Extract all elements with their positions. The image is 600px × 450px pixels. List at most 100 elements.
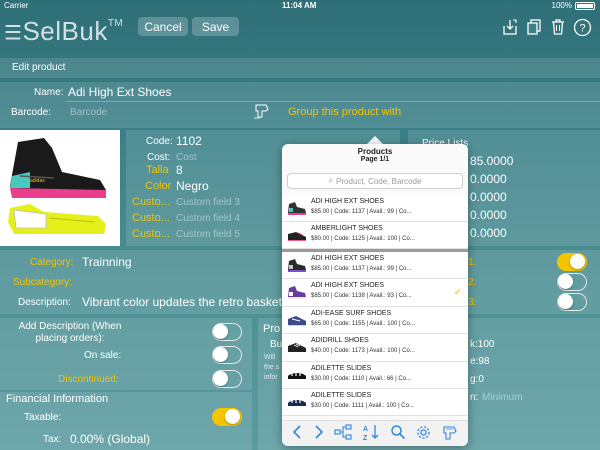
product-name: ADI HIGH EXT SHOES [311,255,384,262]
price-list-1[interactable]: 85.0000 [470,154,513,168]
cancel-button[interactable]: Cancel [138,17,188,36]
svg-text:adidas: adidas [30,178,45,184]
battery-icon [575,2,595,10]
carrier-label: Carrier [4,1,29,10]
available-value[interactable]: e:98 [470,356,489,367]
tax-field[interactable]: 0.00% (Global) [70,432,150,446]
popover-title: Products [357,147,393,156]
product-row-selected[interactable]: ADI HIGH EXT SHOES $85.00 | Code: 1138 |… [282,279,468,307]
inventory-line-3: the s [264,364,280,371]
product-name: ADI HIGH EXT SHOES [311,282,384,290]
product-image[interactable]: adidas [0,130,120,246]
category-label: Category: [30,257,74,268]
pinned-product-row[interactable]: AMBERLIGHT SHOES $80.00 | Code: 1125 | A… [282,222,468,250]
product-row[interactable]: ADI HIGH EXT SHOES $85.00 | Code: 1137 |… [282,252,468,280]
chevron-left-icon[interactable] [291,424,303,443]
barcode-label: Barcode: [11,107,52,118]
product-name: ADIDRILL SHOES [311,337,369,345]
talla-field[interactable]: 8 [176,163,183,177]
price-list-2[interactable]: 0.0000 [470,172,507,186]
cost-label: Cost: [147,152,171,163]
group-product-link[interactable]: Group this product with [288,106,401,118]
code-field[interactable]: 1102 [176,134,202,148]
product-search-input[interactable]: ⌕ Product, Code, Barcode [287,173,463,189]
color-label: Color [145,180,172,192]
product-details: $85.00 | Code: 1138 | Avail.: 93 | Co... [311,293,412,300]
talla-label: Talla [146,164,169,176]
title-bar: Edit product [0,58,600,78]
barcode-scanner-icon[interactable] [442,424,459,444]
copy-icon[interactable] [524,17,544,37]
inventory-line-2: Will [264,354,276,361]
category-field[interactable]: Trainning [82,255,132,269]
product-details: $40.00 | Code: 1173 | Avail.: 100 | Co..… [311,348,415,355]
product-details: $30.00 | Code: 1110 | Avail.: 66 | Co... [311,375,412,382]
tax-label: Tax: [43,434,62,445]
description-label: Description: [18,297,71,308]
inventory-title: Pro [263,323,281,335]
product-row[interactable]: ADIDRILL SHOES $40.00 | Code: 1173 | Ava… [282,334,468,362]
app-logo: ☰SelBukTM [4,16,123,47]
clock: 11:04 AM [282,1,317,10]
discontinued-toggle[interactable] [212,370,242,388]
taxable-toggle[interactable] [212,408,242,426]
product-thumbnail [288,232,306,241]
product-thumbnail [288,202,306,215]
price-list-3[interactable]: 0.0000 [470,190,507,204]
color-field[interactable]: Negro [176,179,209,193]
chevron-right-icon[interactable] [313,424,325,443]
product-thumbnail [288,399,306,406]
hierarchy-icon[interactable] [334,424,352,443]
minimum-label: n: [470,392,479,403]
financial-title: Financial Information [6,393,109,405]
help-icon[interactable]: ? [572,17,592,37]
stock-value[interactable]: k:100 [470,339,494,350]
product-name: AMBERLIGHT SHOES [311,225,383,232]
custom-field-5[interactable]: Custom field 5 [176,229,240,240]
description-field[interactable]: Vibrant color updates the retro basket [82,295,282,309]
barcode-scanner-icon[interactable] [253,102,271,120]
product-details: $80.00 | Code: 1125 | Avail.: 100 | Co..… [311,236,415,242]
page-title: Edit product [12,62,66,73]
product-details: $85.00 | Code: 1137 | Avail.: 99 | Co... [311,266,412,272]
product-thumbnail [288,315,306,326]
product-details: $65.00 | Code: 1155 | Avail.: 100 | Co..… [311,320,415,327]
product-row[interactable]: ADILETTE SLIDES $30.00 | Code: 1110 | Av… [282,361,468,389]
on-sale-toggle[interactable] [212,346,242,364]
price-list-5[interactable]: 0.0000 [470,226,507,240]
custom-field-3[interactable]: Custom field 3 [176,197,240,208]
battery-percent: 100% [551,1,572,10]
ordering-value[interactable]: g:0 [470,374,484,385]
pinned-product-row[interactable]: ADI HIGH EXT SHOES $85.00 | Code: 1137 |… [282,195,468,223]
gear-icon[interactable] [415,424,432,444]
search-icon[interactable] [390,424,406,443]
custom-field-5-label: Custo... [132,228,170,240]
save-button[interactable]: Save [192,17,239,36]
on-sale-label: On sale: [84,350,122,361]
sort-az-icon[interactable]: AZ [362,423,380,444]
minimum-field[interactable]: Minimum [482,392,523,403]
trash-icon[interactable] [548,17,568,37]
product-name: ADILETTE SLIDES [311,364,372,372]
trademark-mark: TM [107,18,124,29]
custom-field-4[interactable]: Custom field 4 [176,213,240,224]
add-description-toggle[interactable] [212,323,242,341]
flag-3-label: 3: [468,297,477,308]
flag-3-toggle[interactable] [557,293,587,311]
divider [66,101,600,102]
flag-1-toggle[interactable] [557,253,587,271]
product-details: $85.00 | Code: 1137 | Avail.: 99 | Co... [311,209,412,215]
product-thumbnail [288,371,306,379]
product-row[interactable]: ADILETTE SLIDES $30.00 | Code: 1111 | Av… [282,389,468,417]
barcode-field[interactable]: Barcode [70,107,107,118]
cost-field[interactable]: Cost [176,152,197,163]
product-row[interactable]: ADI-EASE SURF SHOES $65.00 | Code: 1155 … [282,306,468,335]
add-description-label: Add Description (When placing orders): [18,321,122,344]
flag-2-toggle[interactable] [557,273,587,291]
import-icon[interactable] [500,17,520,37]
popover-toolbar: AZ [282,420,468,446]
price-list-4[interactable]: 0.0000 [470,208,507,222]
name-field[interactable]: Adi High Ext Shoes [68,85,171,99]
menu-icon[interactable]: ☰ [4,23,22,45]
product-name: ADI-EASE SURF SHOES [311,309,392,317]
